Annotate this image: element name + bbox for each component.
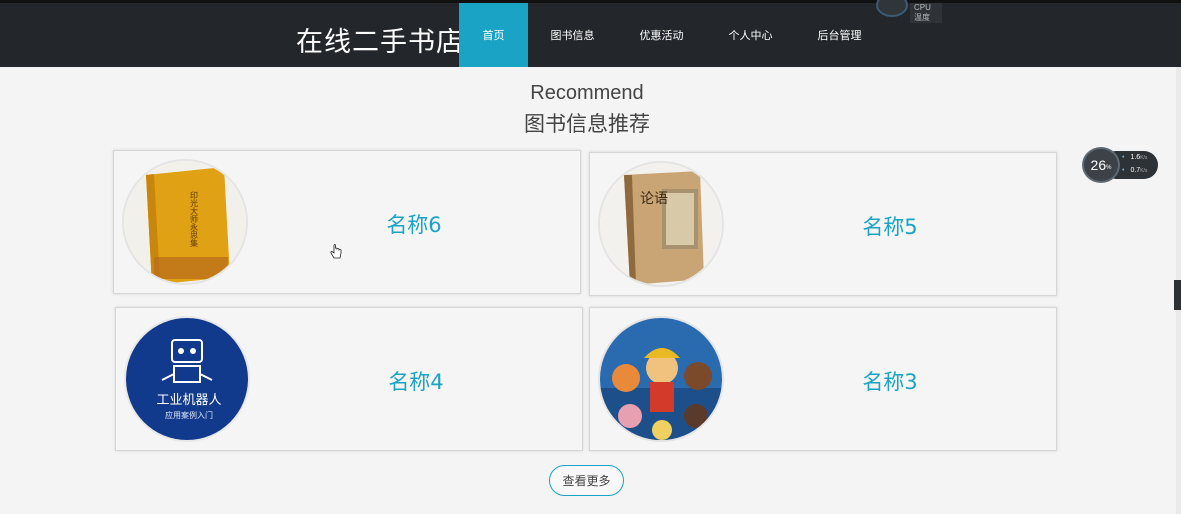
usage-percent-value: 26 (1090, 157, 1107, 173)
book-cover-image[interactable]: 工业机器人 应用案例入门 (124, 316, 250, 442)
nav-admin[interactable]: 后台管理 (795, 3, 884, 67)
book-card[interactable]: 工业机器人 应用案例入门 名称4 (115, 307, 583, 451)
nav-home[interactable]: 首页 (459, 3, 528, 67)
book-name[interactable]: 名称6 (354, 209, 474, 239)
download-speed-unit: K/s (1140, 168, 1148, 174)
nav-profile[interactable]: 个人中心 (706, 3, 795, 67)
nav-books[interactable]: 图书信息 (528, 3, 617, 67)
download-speed-value: 0.7 (1130, 167, 1141, 174)
section-title-cn: 图书信息推荐 (524, 112, 650, 136)
main-nav: 首页 图书信息 优惠活动 个人中心 后台管理 (459, 3, 884, 67)
cover-title-text: 印光大师永思集 (190, 191, 199, 248)
book-card[interactable]: 印光大师永思集 名称6 (113, 150, 581, 294)
book-name[interactable]: 名称3 (830, 366, 950, 396)
usage-percent-unit: % (1106, 164, 1112, 171)
book-card[interactable]: 名称3 (589, 307, 1057, 451)
site-brand[interactable]: 在线二手书店 (296, 20, 464, 59)
section-title-en: Recommend (530, 82, 644, 104)
usage-percent-badge: 26% (1082, 147, 1120, 183)
upload-speed-value: 1.6 (1130, 154, 1141, 161)
hand-cursor-icon (330, 244, 342, 259)
cover-title-text: 论语 (640, 191, 668, 207)
cpu-temp-label: CPU温度 (910, 3, 942, 23)
cover-subtitle-text: 应用案例入门 (165, 410, 213, 420)
upload-speed-unit: K/s (1140, 155, 1148, 161)
book-cover-image[interactable]: 印光大师永思集 (122, 159, 248, 285)
book-cover-image[interactable]: 论语 (598, 161, 724, 287)
book-name[interactable]: 名称4 (356, 366, 476, 396)
cpu-ring-icon (876, 0, 908, 17)
upload-speed: 1.6K/s (1122, 154, 1147, 161)
nav-promotions[interactable]: 优惠活动 (617, 3, 706, 67)
book-cover-image[interactable] (598, 316, 724, 442)
view-more-button[interactable]: 查看更多 (549, 465, 624, 496)
top-navbar: 在线二手书店 首页 图书信息 优惠活动 个人中心 后台管理 CPU温度 (0, 0, 1181, 67)
book-card[interactable]: 论语 名称5 (589, 152, 1057, 296)
cpu-temp-widget: CPU温度 (876, 0, 942, 23)
side-drawer-handle[interactable] (1174, 280, 1181, 310)
book-name[interactable]: 名称5 (830, 211, 950, 241)
cover-title-text: 工业机器人 (156, 393, 221, 408)
network-speed-widget[interactable]: 26% 1.6K/s 0.7K/s (1082, 147, 1158, 183)
download-speed: 0.7K/s (1122, 167, 1147, 174)
